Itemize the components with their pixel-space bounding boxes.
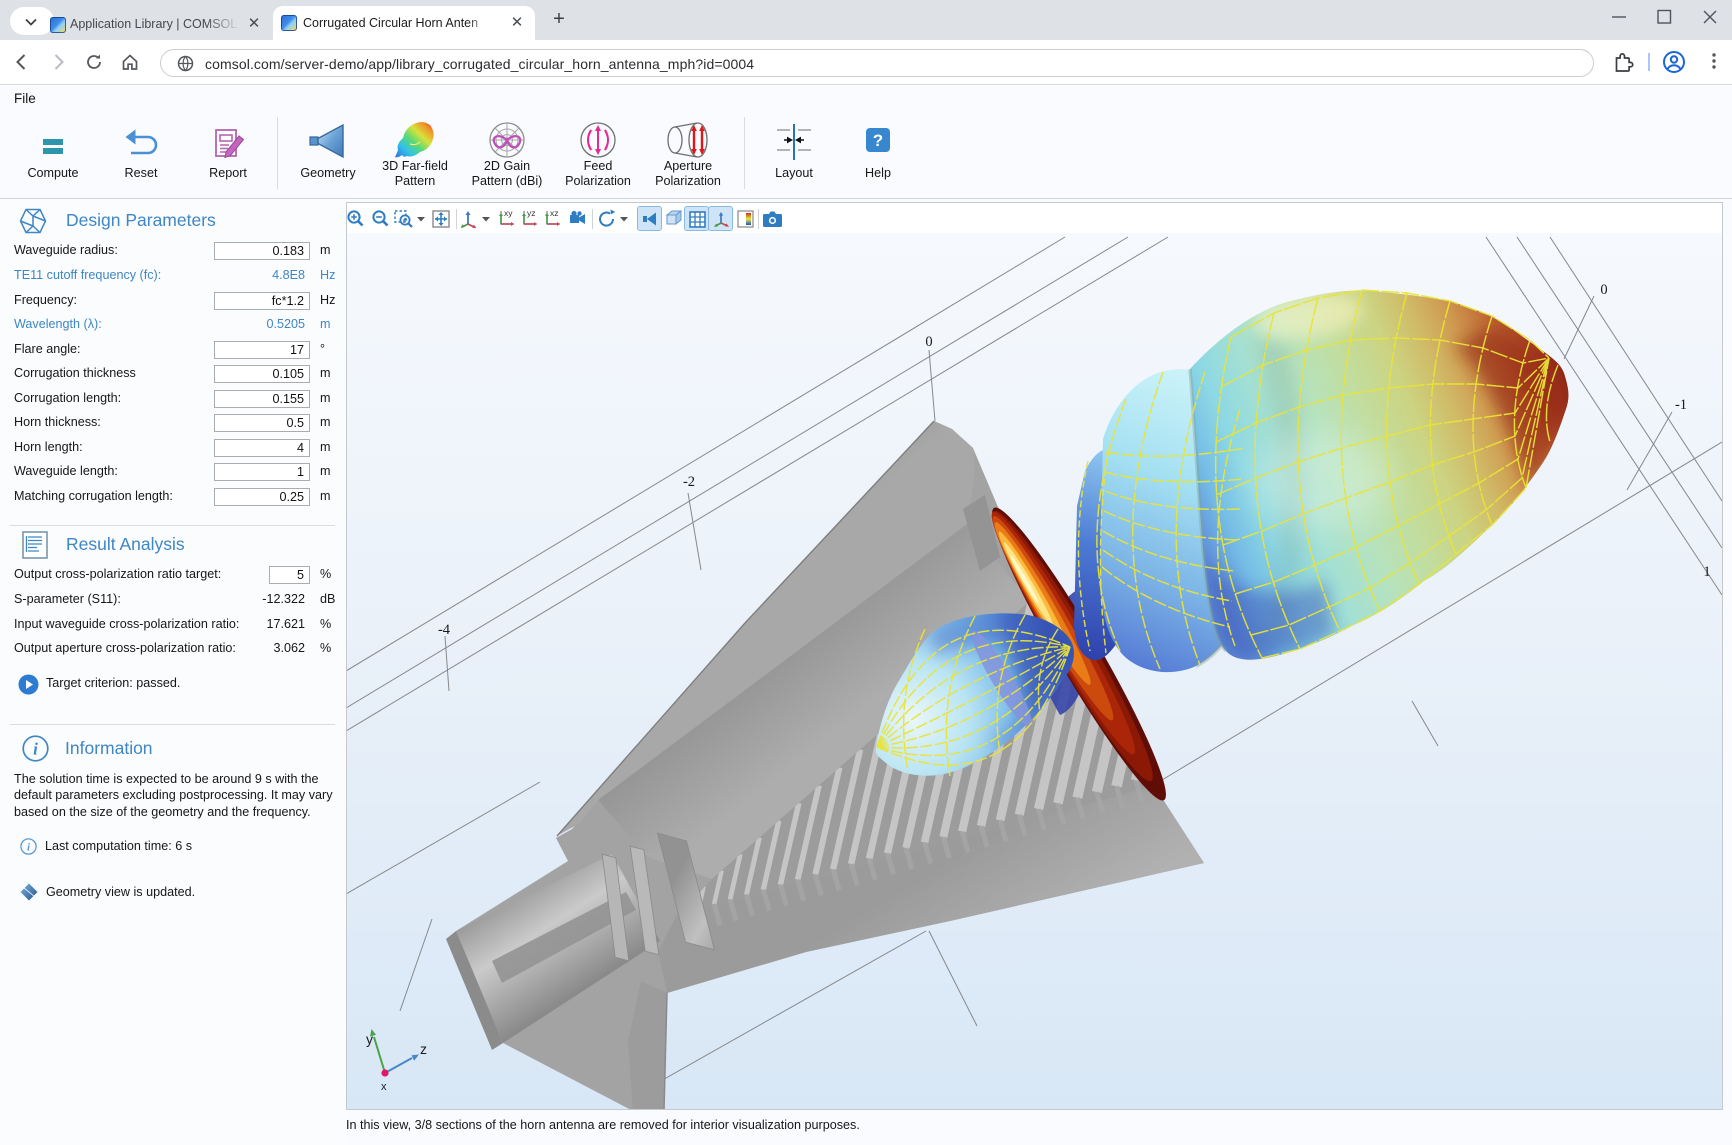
svg-text:xz: xz bbox=[550, 208, 559, 218]
svg-text:y: y bbox=[366, 1031, 373, 1047]
svg-text:?: ? bbox=[873, 131, 883, 150]
svg-text:xy: xy bbox=[504, 208, 513, 218]
svg-text:0: 0 bbox=[1600, 282, 1607, 298]
svg-text:yz: yz bbox=[527, 208, 536, 218]
svg-text:z: z bbox=[420, 1041, 427, 1057]
svg-text:-2: -2 bbox=[683, 474, 695, 490]
svg-text:i: i bbox=[33, 740, 38, 759]
svg-text:x: x bbox=[381, 1081, 387, 1093]
svg-text:-4: -4 bbox=[438, 622, 451, 638]
svg-text:1: 1 bbox=[1703, 564, 1710, 580]
svg-text:-1: -1 bbox=[1675, 397, 1687, 413]
svg-text:i: i bbox=[27, 842, 31, 854]
svg-text:0: 0 bbox=[925, 334, 932, 350]
